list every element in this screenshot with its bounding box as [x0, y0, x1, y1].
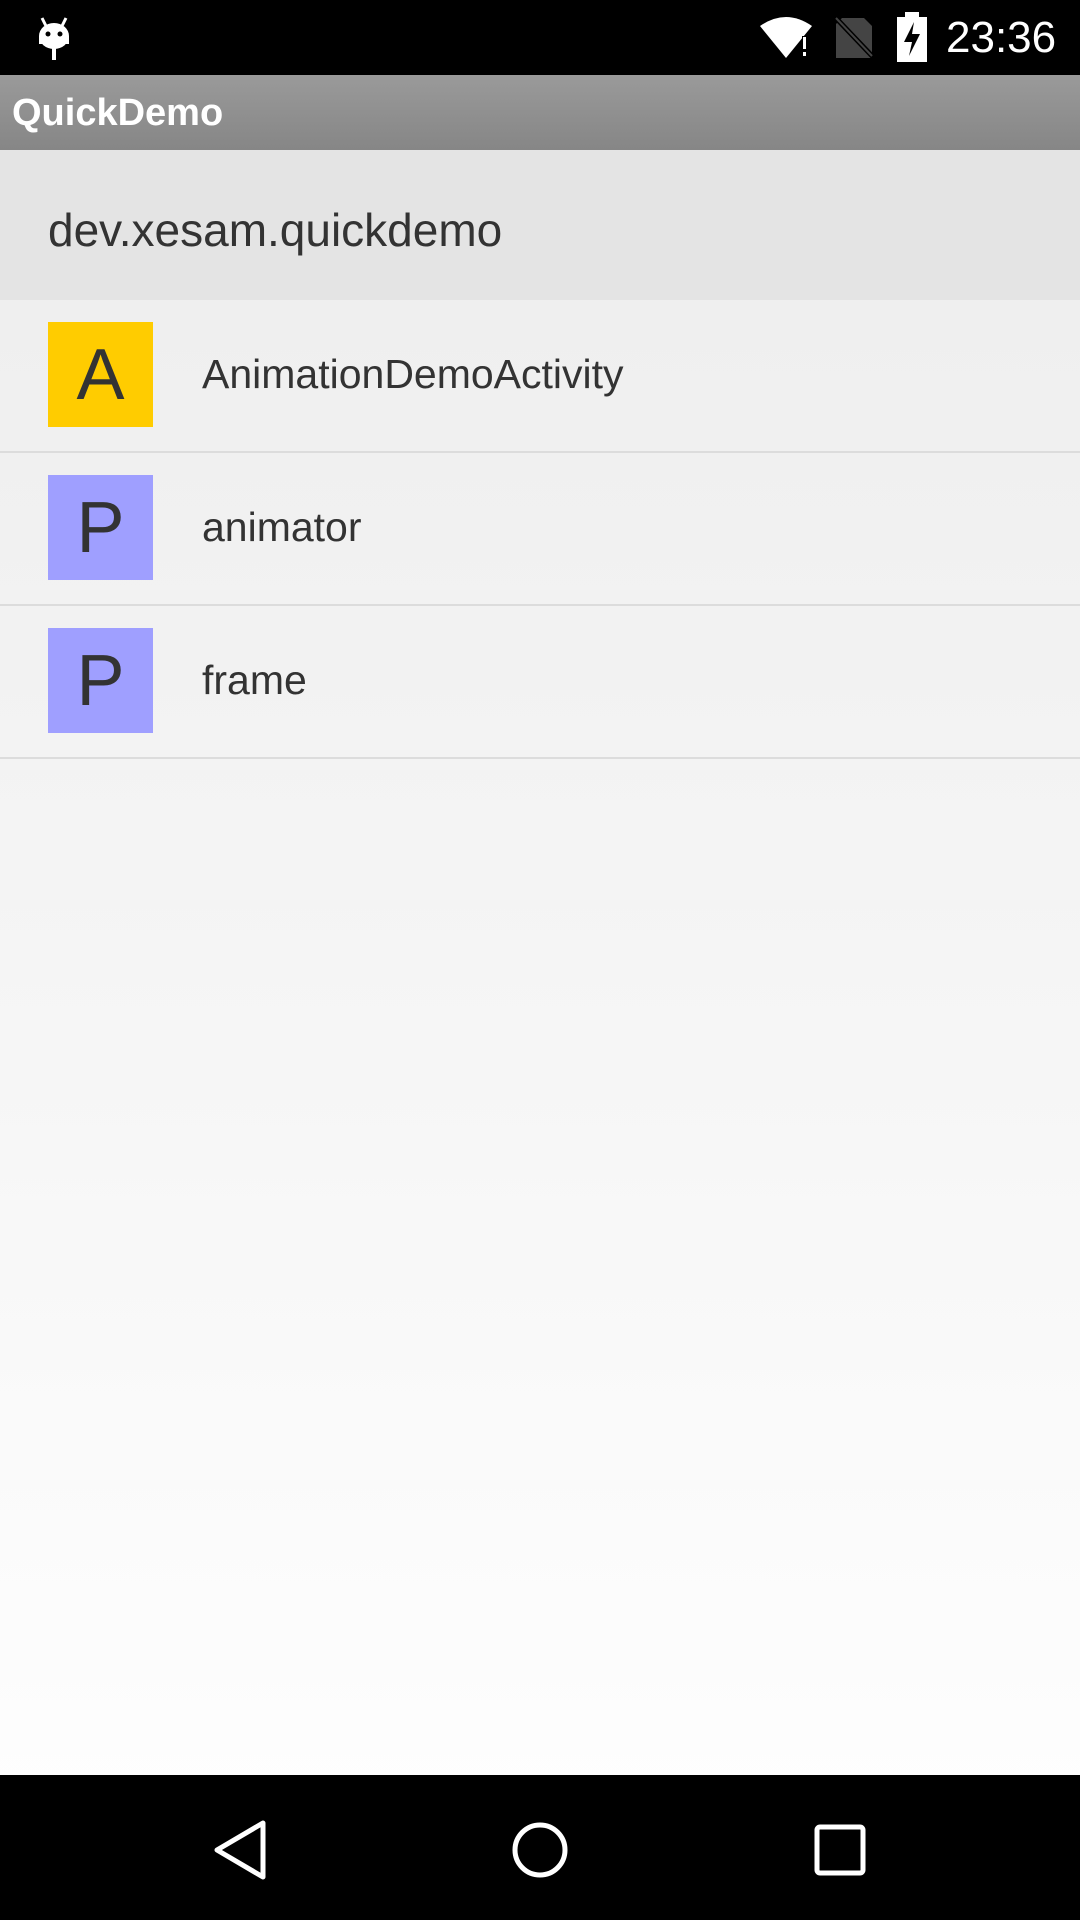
list-item-animationdemoactivity[interactable]: A AnimationDemoActivity — [0, 300, 1080, 453]
app-title: QuickDemo — [12, 92, 224, 134]
no-sim-icon — [832, 14, 876, 60]
demo-list: A AnimationDemoActivity P animator P fra… — [0, 300, 1080, 759]
wifi-icon — [760, 17, 812, 58]
list-item-label: frame — [202, 657, 307, 703]
action-bar: QuickDemo — [0, 75, 1080, 150]
home-icon[interactable] — [505, 1815, 575, 1885]
package-badge-icon: P — [48, 475, 153, 580]
status-bar: 23:36 — [0, 0, 1080, 75]
status-time: 23:36 — [946, 13, 1057, 62]
list-item-label: animator — [202, 504, 362, 550]
package-header: dev.xesam.quickdemo — [0, 150, 1080, 300]
activity-badge-icon: A — [48, 322, 153, 427]
package-name: dev.xesam.quickdemo — [48, 204, 503, 256]
back-icon[interactable] — [205, 1815, 275, 1885]
list-item-animator[interactable]: P animator — [0, 453, 1080, 606]
package-badge-icon: P — [48, 628, 153, 733]
list-item-label: AnimationDemoActivity — [202, 351, 624, 397]
android-debug-icon — [39, 17, 69, 60]
battery-charging-icon — [897, 12, 927, 62]
recents-icon[interactable] — [805, 1815, 875, 1885]
navigation-bar — [0, 1775, 1080, 1920]
list-item-frame[interactable]: P frame — [0, 606, 1080, 759]
